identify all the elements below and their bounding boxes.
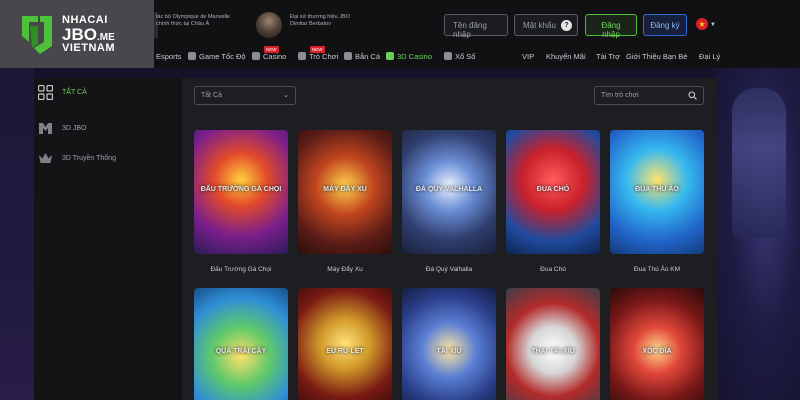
logo-text: NHACAI JBO.ME VIETNAM — [62, 14, 115, 54]
nav-khuyen-mai[interactable]: Khuyến Mãi — [546, 52, 586, 61]
search-placeholder: Tìm trò chơi — [601, 92, 639, 99]
3d-casino-icon — [386, 52, 394, 60]
game-card-dua-thu-ao[interactable]: ĐUA THÚ ẢO — [610, 130, 704, 254]
vietnam-flag-icon[interactable] — [696, 18, 708, 30]
promo-text-marseille: tác bộ Olympique de Marseille chính thức… — [156, 14, 230, 27]
sidebar-item-label: 3D JBO — [62, 125, 87, 132]
nav-label: Xổ Số — [455, 52, 476, 61]
ambassador-avatar — [256, 12, 282, 38]
game-label[interactable]: Đá Quý Valhalla — [397, 266, 501, 273]
game-art-title: ĐUA THÚ ẢO — [635, 186, 679, 193]
sidebar-item-tat-ca[interactable]: TẤT CẢ — [34, 78, 182, 108]
nav-tro-choi[interactable]: NEW Trò Chơi — [298, 46, 339, 61]
game-art-title: QUẢ TRÁI CÂY — [215, 348, 267, 355]
game-card-dua-cho[interactable]: ĐUA CHÓ — [506, 130, 600, 254]
category-select-value: Tất Cả — [201, 92, 223, 99]
game-card-xoc-dia[interactable]: XÓC ĐĨA — [610, 288, 704, 400]
chevron-down-icon[interactable]: ▼ — [710, 22, 716, 28]
game-card-thai-tai-xiu[interactable]: THAI TÀI-XỈU — [506, 288, 600, 400]
category-sidebar: TẤT CẢ 3D JBO 3D Truyền Thống — [34, 78, 182, 400]
logo-line-2: JBO.ME — [62, 26, 115, 43]
nav-tai-tro[interactable]: Tài Trợ — [596, 52, 620, 61]
game-art-title: THAI TÀI-XỈU — [531, 348, 575, 355]
nav-game-toc-do[interactable]: Game Tốc Độ — [188, 52, 246, 61]
nav-ban-ca[interactable]: Bắn Cá — [344, 52, 380, 61]
game-art-title: EU RU-LET — [326, 348, 364, 355]
nav-label: Giới Thiệu Bạn Bè — [626, 52, 688, 61]
game-card-da-quy-valhalla[interactable]: ĐÁ QUÝ VALHALLA — [402, 130, 496, 254]
username-field[interactable]: Tên đăng nhập — [444, 14, 508, 39]
nav-casino[interactable]: NEW Casino — [252, 46, 287, 61]
sidebar-item-3d-jbo[interactable]: 3D JBO — [34, 114, 182, 144]
password-field[interactable]: Mật khẩu ? — [514, 14, 578, 36]
speed-icon — [188, 52, 196, 60]
lottery-icon — [444, 52, 452, 60]
game-label[interactable]: Đua Thú Ảo KM — [605, 266, 709, 273]
jbo-logo-icon — [18, 12, 56, 56]
game-card-may-day-xu[interactable]: MÁY ĐẨY XU — [298, 130, 392, 254]
game-search-input[interactable]: Tìm trò chơi — [594, 86, 704, 105]
logo-line-3: VIETNAM — [62, 41, 115, 54]
login-button[interactable]: Đăng nhập — [585, 14, 637, 39]
game-art-title: ĐẤU TRƯỜNG GÀ CHỌI — [200, 186, 282, 193]
sidebar-item-label: TẤT CẢ — [62, 89, 87, 96]
background-art-right — [714, 66, 800, 400]
game-label[interactable]: Đua Chó — [501, 266, 605, 273]
nav-label: Casino — [263, 52, 287, 61]
nav-dai-ly[interactable]: Đại Lý — [699, 52, 720, 61]
new-badge: NEW — [310, 46, 325, 53]
game-card-qua-trai-cay[interactable]: QUẢ TRÁI CÂY — [194, 288, 288, 400]
crown-icon — [39, 153, 52, 163]
nav-label: Game Tốc Độ — [199, 52, 246, 61]
game-card-eu-ru-let[interactable]: EU RU-LET — [298, 288, 392, 400]
background-art-left — [0, 66, 34, 400]
nav-label: Trò Chơi — [309, 52, 339, 61]
game-list-panel: Tất Cả ⌄ Tìm trò chơi ĐẤU TRƯỜNG GÀ CHỌI… — [182, 78, 718, 400]
grid-icon — [38, 85, 53, 100]
game-art-title: ĐÁ QUÝ VALHALLA — [415, 186, 483, 193]
character-art — [732, 88, 786, 238]
search-icon[interactable] — [688, 91, 697, 100]
nav-label: Khuyến Mãi — [546, 52, 586, 61]
jbo-logo-icon — [39, 123, 52, 134]
nav-3d-casino[interactable]: 3D Casino — [386, 52, 432, 61]
game-label[interactable]: Máy Đẩy Xu — [293, 266, 397, 273]
logo-suffix: .ME — [96, 31, 115, 43]
register-button[interactable]: Đăng ký — [643, 14, 687, 36]
promo-text-ambassador: Đại sứ thương hiệu JBO Dimitar Berbatov — [290, 14, 350, 27]
game-art-title: XÓC ĐĨA — [642, 348, 672, 355]
casino-icon — [252, 52, 260, 60]
sidebar-item-label: 3D Truyền Thống — [62, 155, 116, 162]
brand-logo[interactable]: NHACAI JBO.ME VIETNAM — [0, 0, 154, 68]
nav-label: Đại Lý — [699, 52, 721, 61]
game-art-title: ĐUA CHÓ — [536, 186, 570, 193]
nav-esports[interactable]: Esports — [156, 52, 181, 61]
info-icon[interactable]: ? — [561, 20, 572, 31]
nav-label: 3D Casino — [397, 52, 433, 61]
new-badge: NEW — [264, 46, 279, 53]
nav-label: Tài Trợ — [596, 52, 621, 61]
main-nav: Esports Game Tốc Độ NEW Casino NEW Trò Chơ… — [154, 44, 800, 68]
password-placeholder: Mật khẩu — [523, 21, 556, 30]
chevron-down-icon: ⌄ — [283, 92, 289, 99]
nav-gioi-thieu-ban-be[interactable]: Giới Thiệu Bạn Bè — [626, 52, 687, 61]
sidebar-item-3d-truyen-thong[interactable]: 3D Truyền Thống — [34, 144, 182, 174]
nav-label: Bắn Cá — [355, 52, 381, 61]
nav-label: Esports — [156, 52, 182, 61]
nav-label: VIP — [522, 52, 535, 61]
game-art-title: MÁY ĐẨY XU — [323, 186, 367, 193]
nav-xo-so[interactable]: Xổ Số — [444, 52, 475, 61]
game-art-title: TÀI XỈU — [436, 348, 462, 355]
game-card-tai-xiu[interactable]: TÀI XỈU — [402, 288, 496, 400]
games-icon — [298, 52, 306, 60]
logo-jbo: JBO — [62, 24, 97, 44]
nav-vip[interactable]: VIP — [522, 52, 534, 61]
category-select[interactable]: Tất Cả ⌄ — [194, 86, 296, 105]
fish-icon — [344, 52, 352, 60]
game-card-dau-truong-ga-choi[interactable]: ĐẤU TRƯỜNG GÀ CHỌI — [194, 130, 288, 254]
game-label[interactable]: Đấu Trường Gà Chọi — [189, 266, 293, 273]
